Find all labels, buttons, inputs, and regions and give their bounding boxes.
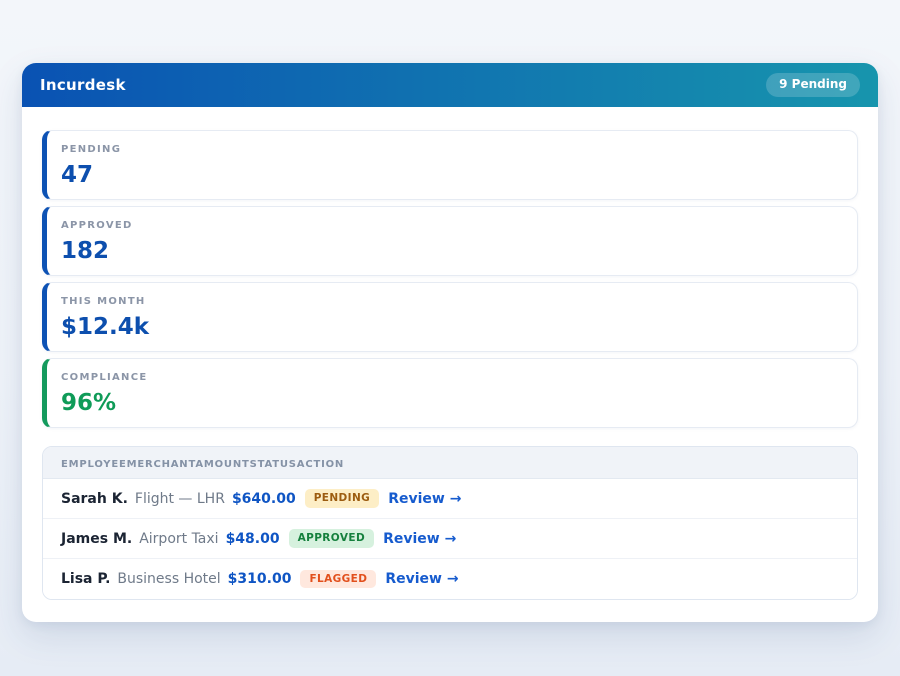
- expense-amount: $48.00: [226, 531, 280, 547]
- expense-amount: $640.00: [232, 491, 296, 507]
- app-card: Incurdesk 9 Pending PENDING 47 APPROVED …: [22, 63, 878, 622]
- review-link[interactable]: Review →: [388, 491, 461, 507]
- app-title: Incurdesk: [40, 76, 126, 94]
- stat-label: COMPLIANCE: [61, 372, 843, 384]
- stat-label: APPROVED: [61, 220, 843, 232]
- employee-name: Sarah K.: [61, 491, 128, 507]
- stat-value: $12.4k: [61, 315, 843, 339]
- column-header-status: STATUS: [250, 459, 297, 470]
- stat-value: 182: [61, 239, 843, 263]
- app-header: Incurdesk 9 Pending: [22, 63, 878, 107]
- stat-value: 96%: [61, 391, 843, 415]
- status-badge: FLAGGED: [300, 570, 376, 589]
- table-row: James M. Airport Taxi $48.00 APPROVED Re…: [43, 519, 857, 559]
- stat-card-pending: PENDING 47: [42, 130, 858, 200]
- status-badge: APPROVED: [289, 529, 374, 548]
- employee-name: Lisa P.: [61, 571, 110, 587]
- stat-label: PENDING: [61, 144, 843, 156]
- app-content: PENDING 47 APPROVED 182 THIS MONTH $12.4…: [22, 107, 878, 622]
- table-row: Lisa P. Business Hotel $310.00 FLAGGED R…: [43, 559, 857, 599]
- pending-count-badge: 9 Pending: [766, 73, 860, 96]
- stat-label: THIS MONTH: [61, 296, 843, 308]
- status-badge: PENDING: [305, 489, 379, 508]
- expenses-table: EMPLOYEEMERCHANTAMOUNTSTATUSACTION Sarah…: [42, 446, 858, 600]
- merchant-name: Business Hotel: [117, 571, 220, 587]
- employee-name: James M.: [61, 531, 132, 547]
- stat-card-compliance: COMPLIANCE 96%: [42, 358, 858, 428]
- review-link[interactable]: Review →: [385, 571, 458, 587]
- merchant-name: Flight — LHR: [135, 491, 225, 507]
- stat-card-this-month: THIS MONTH $12.4k: [42, 282, 858, 352]
- stat-card-approved: APPROVED 182: [42, 206, 858, 276]
- column-header-amount: AMOUNT: [195, 459, 249, 470]
- merchant-name: Airport Taxi: [139, 531, 218, 547]
- review-link[interactable]: Review →: [383, 531, 456, 547]
- stat-value: 47: [61, 163, 843, 187]
- table-header-row: EMPLOYEEMERCHANTAMOUNTSTATUSACTION: [43, 447, 857, 479]
- table-row: Sarah K. Flight — LHR $640.00 PENDING Re…: [43, 479, 857, 519]
- column-header-action: ACTION: [297, 459, 344, 470]
- column-header-employee: EMPLOYEE: [61, 459, 127, 470]
- column-header-merchant: MERCHANT: [127, 459, 196, 470]
- expense-amount: $310.00: [228, 571, 292, 587]
- stats-section: PENDING 47 APPROVED 182 THIS MONTH $12.4…: [42, 130, 858, 428]
